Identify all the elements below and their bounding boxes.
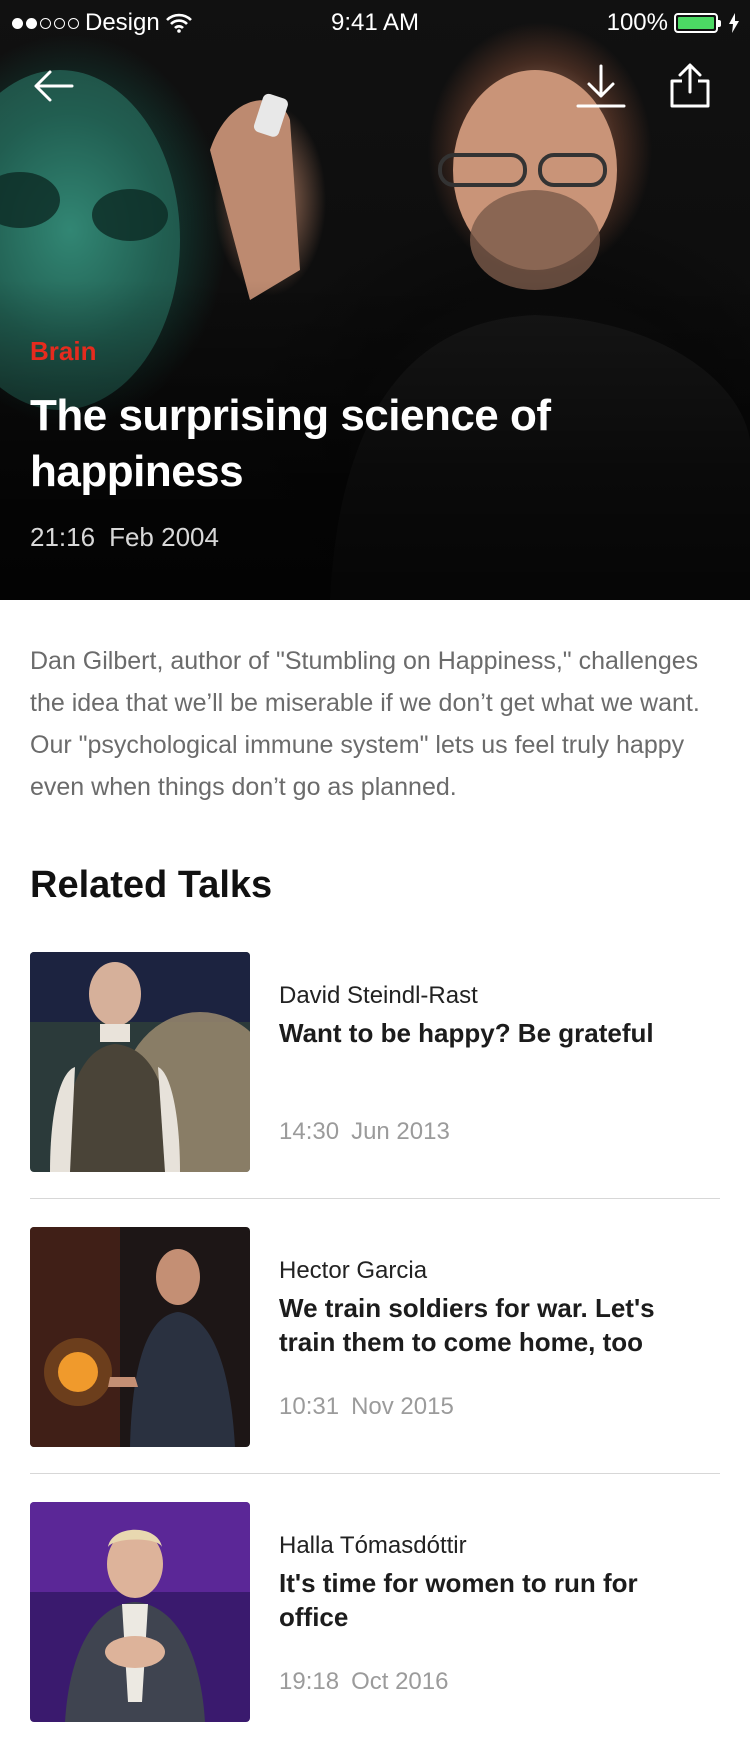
talk-thumbnail[interactable] bbox=[30, 1227, 250, 1447]
related-talk-duration: 19:18 bbox=[279, 1668, 340, 1695]
back-button[interactable] bbox=[30, 62, 78, 110]
related-talk-title: Want to be happy? Be grateful bbox=[279, 1018, 654, 1048]
download-icon bbox=[576, 64, 626, 108]
related-talk-item[interactable]: Hector Garcia We train soldiers for war.… bbox=[30, 1227, 720, 1447]
talk-speaker: David Steindl-Rast bbox=[279, 982, 478, 1009]
related-talk-item[interactable]: Halla Tómasdóttir It's time for women to… bbox=[30, 1502, 720, 1722]
battery-icon bbox=[674, 13, 721, 33]
related-talk-date: Nov 2015 bbox=[351, 1393, 454, 1420]
share-button[interactable] bbox=[666, 62, 714, 110]
hero-banner: Design 9:41 AM 100% Brain The surprising… bbox=[0, 0, 750, 600]
status-bar: Design 9:41 AM 100% bbox=[0, 0, 750, 44]
list-divider bbox=[30, 1473, 720, 1474]
talk-thumbnail[interactable] bbox=[30, 952, 250, 1172]
related-talk-title: We train soldiers for war. Let's train t… bbox=[279, 1293, 655, 1357]
talk-thumbnail[interactable] bbox=[30, 1502, 250, 1722]
talk-category[interactable]: Brain bbox=[30, 336, 96, 367]
related-talk-item[interactable]: David Steindl-Rast Want to be happy? Be … bbox=[30, 952, 720, 1172]
talk-meta: 21:16 Feb 2004 bbox=[30, 522, 219, 553]
talk-date: Feb 2004 bbox=[109, 522, 219, 552]
share-icon bbox=[670, 63, 710, 108]
talk-speaker: Halla Tómasdóttir bbox=[279, 1532, 467, 1559]
related-talks-heading: Related Talks bbox=[30, 864, 273, 906]
charging-bolt-icon bbox=[729, 13, 739, 33]
arrow-left-icon bbox=[34, 70, 74, 102]
talk-title: The surprising science of happiness bbox=[30, 391, 551, 496]
battery-status: 100% bbox=[607, 9, 740, 37]
related-talk-meta: 10:31 Nov 2015 bbox=[279, 1393, 454, 1421]
battery-percent: 100% bbox=[606, 9, 668, 36]
talk-duration: 21:16 bbox=[30, 522, 96, 552]
download-button[interactable] bbox=[576, 62, 626, 110]
related-talk-title: It's time for women to run for office bbox=[279, 1568, 638, 1632]
related-talk-date: Jun 2013 bbox=[351, 1118, 450, 1145]
talk-speaker: Hector Garcia bbox=[279, 1257, 428, 1284]
related-talk-duration: 10:31 bbox=[279, 1393, 340, 1420]
list-divider bbox=[30, 1198, 720, 1199]
related-talk-meta: 19:18 Oct 2016 bbox=[279, 1668, 448, 1696]
related-talk-date: Oct 2016 bbox=[351, 1668, 449, 1695]
related-talk-duration: 14:30 bbox=[279, 1118, 340, 1145]
related-talk-meta: 14:30 Jun 2013 bbox=[279, 1118, 450, 1146]
talk-description: Dan Gilbert, author of "Stumbling on Hap… bbox=[30, 647, 700, 801]
